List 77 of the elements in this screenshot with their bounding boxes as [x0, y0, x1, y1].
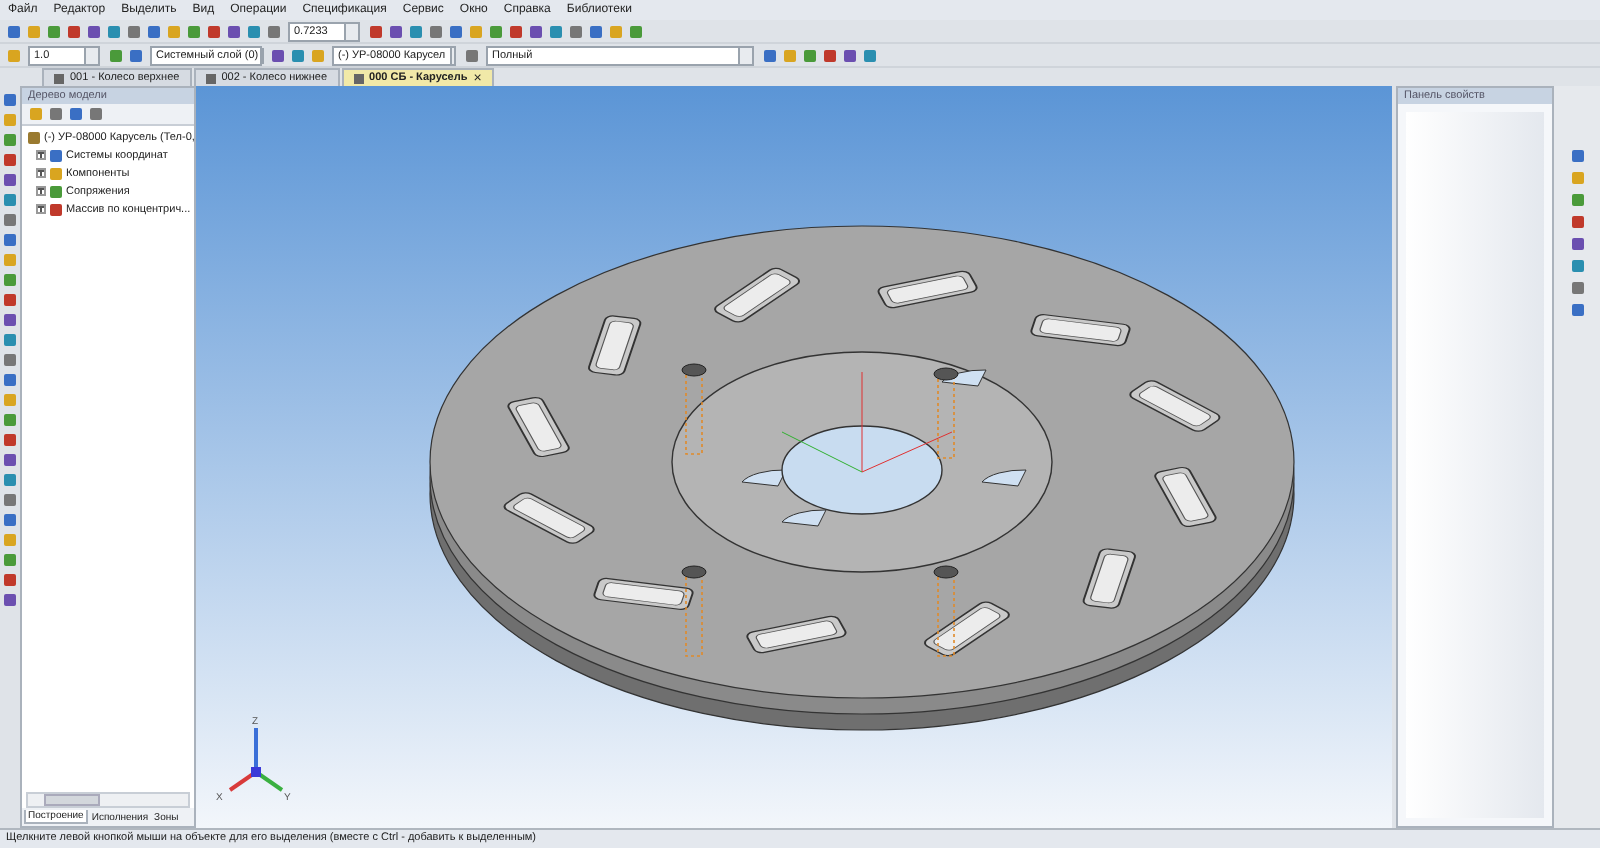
toolbar-button[interactable]	[462, 46, 480, 64]
toolbar-button[interactable]	[486, 22, 504, 40]
toolbar-button[interactable]	[224, 22, 242, 40]
tree-node-icon	[50, 167, 62, 179]
toolbar-button[interactable]	[1, 570, 19, 588]
expand-toggle[interactable]	[36, 150, 46, 160]
toolbar-button[interactable]	[4, 22, 22, 40]
tree-node-icon	[50, 203, 62, 215]
toolbar-button[interactable]	[1, 450, 19, 468]
toolbar-button[interactable]	[264, 22, 282, 40]
toolbar-button[interactable]	[526, 22, 544, 40]
toolbar-button[interactable]	[46, 105, 64, 123]
toolbar-button[interactable]	[104, 22, 122, 40]
toolbar-button[interactable]	[566, 22, 584, 40]
toolbar-button[interactable]	[366, 22, 384, 40]
toolbar-button[interactable]	[1568, 212, 1586, 230]
toolbar-button[interactable]	[268, 46, 286, 64]
toolbar-button[interactable]	[126, 46, 144, 64]
toolbar-button[interactable]	[1568, 256, 1586, 274]
toolbar-button[interactable]	[860, 46, 878, 64]
expand-toggle[interactable]	[36, 168, 46, 178]
toolbar-button[interactable]	[1568, 190, 1586, 208]
toolbar-button[interactable]	[1, 430, 19, 448]
toolbar-button[interactable]	[446, 22, 464, 40]
toolbar-button[interactable]	[426, 22, 444, 40]
toolbar-button[interactable]	[1, 350, 19, 368]
toolbar-button[interactable]	[106, 46, 124, 64]
toolbar-button[interactable]	[406, 22, 424, 40]
tree-node-icon	[50, 185, 62, 197]
toolbar-button[interactable]	[1568, 300, 1586, 318]
toolbar-button[interactable]	[1, 270, 19, 288]
toolbar-button[interactable]	[1, 510, 19, 528]
toolbar-button[interactable]	[840, 46, 858, 64]
toolbar-button[interactable]	[626, 22, 644, 40]
toolbar-button[interactable]	[1, 170, 19, 188]
tree-node-icon	[50, 149, 62, 161]
toolbar-button[interactable]	[1568, 234, 1586, 252]
toolbar-button[interactable]	[44, 22, 62, 40]
toolbar-button[interactable]	[1568, 278, 1586, 296]
toolbar-button[interactable]	[1568, 146, 1586, 164]
toolbar-button[interactable]	[66, 105, 84, 123]
expand-toggle[interactable]	[36, 204, 46, 214]
toolbar-button[interactable]	[244, 22, 262, 40]
toolbar-button[interactable]	[386, 22, 404, 40]
toolbar-button[interactable]	[1, 550, 19, 568]
toolbar-button[interactable]	[184, 22, 202, 40]
horizontal-scrollbar[interactable]	[26, 792, 190, 808]
toolbar-button[interactable]	[288, 46, 306, 64]
toolbar-button[interactable]	[1, 310, 19, 328]
toolbar-button[interactable]	[64, 22, 82, 40]
toolbar-button[interactable]	[546, 22, 564, 40]
toolbar-button[interactable]	[1, 290, 19, 308]
toolbar-button[interactable]	[1, 190, 19, 208]
toolbar-button[interactable]	[1, 230, 19, 248]
toolbar-button[interactable]	[1, 330, 19, 348]
toolbar-button[interactable]	[84, 22, 102, 40]
toolbar-button[interactable]	[760, 46, 778, 64]
toolbar-button[interactable]	[1, 470, 19, 488]
toolbar-button[interactable]	[144, 22, 162, 40]
assembly-icon	[28, 131, 40, 143]
toolbar-button[interactable]	[204, 22, 222, 40]
toolbar-button[interactable]	[1, 490, 19, 508]
toolbar-button[interactable]	[86, 105, 104, 123]
toolbar-button[interactable]	[1, 210, 19, 228]
toolbar-button[interactable]	[1, 130, 19, 148]
toolbar-button[interactable]	[1, 370, 19, 388]
axis-triad-drawing	[228, 728, 284, 792]
toolbar-button[interactable]	[1, 590, 19, 608]
toolbar-button[interactable]	[506, 22, 524, 40]
toolbar-button[interactable]	[1, 90, 19, 108]
toolbar-button[interactable]	[124, 22, 142, 40]
toolbar-button[interactable]	[1, 410, 19, 428]
toolbar-button[interactable]	[800, 46, 818, 64]
toolbar-button[interactable]	[1, 150, 19, 168]
toolbar-button[interactable]	[586, 22, 604, 40]
toolbar-button[interactable]	[820, 46, 838, 64]
expand-toggle[interactable]	[36, 186, 46, 196]
